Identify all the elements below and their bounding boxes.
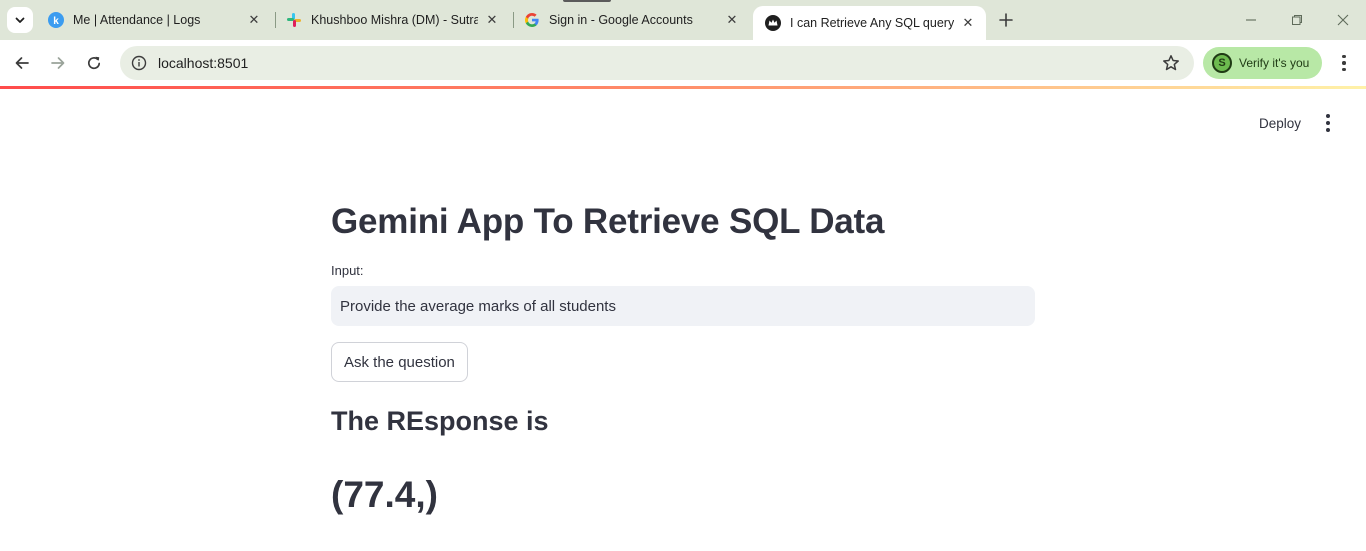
ask-question-button[interactable]: Ask the question [331, 342, 468, 382]
keka-k-icon: k [48, 12, 64, 28]
tab-title: Me | Attendance | Logs [73, 13, 201, 27]
streamlit-crown-icon [765, 15, 781, 31]
restore-button[interactable] [1274, 0, 1320, 40]
svg-text:k: k [53, 16, 59, 27]
app-top-decoration [0, 86, 1366, 89]
more-vertical-icon [1342, 54, 1346, 59]
tab-streamlit-app[interactable]: I can Retrieve Any SQL query ✕ [753, 6, 986, 40]
profile-avatar-icon: S [1212, 53, 1232, 73]
tab-hover-indicator [563, 0, 611, 2]
tab-slack[interactable]: Khushboo Mishra (DM) - Sutra... ✕ [274, 4, 510, 36]
bookmark-star-icon[interactable] [1162, 54, 1180, 72]
verify-identity-chip[interactable]: S Verify it's you [1203, 47, 1322, 79]
window-close-button[interactable] [1320, 0, 1366, 40]
more-vertical-icon-dot [1342, 67, 1346, 72]
back-button[interactable] [8, 49, 36, 77]
browser-toolbar: localhost:8501 S Verify it's you [0, 40, 1366, 86]
chevron-down-icon [15, 17, 25, 23]
close-icon[interactable]: ✕ [246, 12, 262, 28]
browser-menu-button[interactable] [1332, 50, 1356, 76]
tab-title: I can Retrieve Any SQL query [790, 16, 954, 30]
question-input[interactable] [331, 286, 1035, 326]
google-g-icon [524, 12, 540, 28]
more-vertical-icon-dot [1326, 128, 1330, 132]
arrow-right-icon [51, 57, 65, 69]
tab-strip: k Me | Attendance | Logs ✕ Khushboo Mish… [0, 0, 1366, 40]
tab-title: Sign in - Google Accounts [549, 13, 693, 27]
input-label: Input: [331, 263, 364, 278]
arrow-left-icon [15, 57, 29, 69]
response-heading: The REsponse is [331, 406, 549, 436]
close-icon[interactable]: ✕ [960, 15, 976, 31]
more-vertical-icon-dot [1342, 61, 1346, 65]
close-icon[interactable]: ✕ [724, 12, 740, 28]
more-vertical-icon-dot [1326, 121, 1330, 125]
forward-button[interactable] [44, 49, 72, 77]
reload-icon [88, 56, 101, 70]
response-value: (77.4,) [331, 474, 438, 515]
tab-google-signin[interactable]: Sign in - Google Accounts ✕ [512, 4, 750, 36]
url-text: localhost:8501 [158, 55, 249, 71]
plus-icon [999, 13, 1013, 27]
app-main-menu-button[interactable] [1318, 113, 1338, 133]
more-vertical-icon [1326, 114, 1330, 118]
tab-search-button[interactable] [7, 7, 33, 33]
close-icon [1337, 14, 1349, 26]
restore-icon [1292, 15, 1302, 25]
minimize-button[interactable] [1228, 0, 1274, 40]
address-bar[interactable]: localhost:8501 [120, 46, 1194, 80]
tab-title: Khushboo Mishra (DM) - Sutra... [311, 13, 478, 27]
slack-icon [286, 12, 302, 28]
verify-label: Verify it's you [1239, 56, 1310, 70]
site-info-icon[interactable] [122, 46, 156, 80]
minimize-icon [1246, 19, 1256, 21]
reload-button[interactable] [80, 49, 108, 77]
new-tab-button[interactable] [994, 8, 1018, 32]
page-title: Gemini App To Retrieve SQL Data [331, 202, 885, 241]
tab-attendance[interactable]: k Me | Attendance | Logs ✕ [36, 4, 272, 36]
deploy-button[interactable]: Deploy [1250, 112, 1310, 134]
close-icon[interactable]: ✕ [484, 12, 500, 28]
